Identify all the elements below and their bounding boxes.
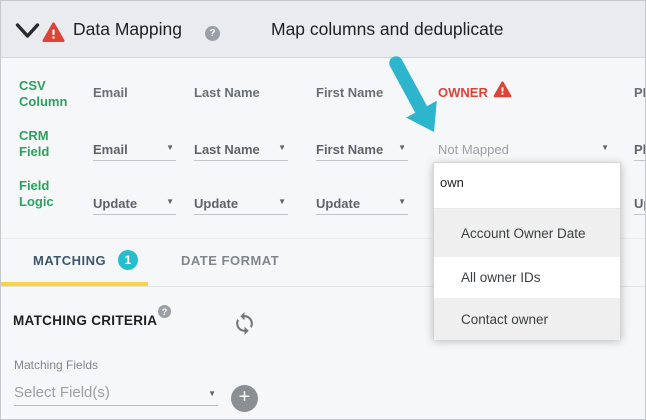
owner-field-dropdown-panel: Account Owner Date All owner IDs Contact… (433, 162, 621, 340)
dropdown-option-all-owner-ids[interactable]: All owner IDs (434, 257, 620, 298)
csv-header-first-name: First Name (316, 85, 384, 100)
crm-field-dropdown-phone-clipped[interactable]: Ph (634, 139, 645, 161)
tab-date-format[interactable]: DATE FORMAT (181, 253, 279, 268)
chevron-down-icon: ▼ (166, 143, 174, 152)
row-label-field-logic: Field Logic (19, 178, 54, 209)
page-subtitle: Map columns and deduplicate (271, 19, 504, 39)
data-mapping-panel: Data Mapping ? Map columns and deduplica… (0, 0, 646, 420)
csv-header-last-name: Last Name (194, 85, 260, 100)
chevron-down-icon: ▼ (278, 143, 286, 152)
chevron-down-icon: ▼ (398, 197, 406, 206)
dropdown-option-account-owner-date[interactable]: Account Owner Date (434, 209, 620, 257)
dropdown-search-input[interactable] (440, 175, 610, 190)
field-logic-dropdown-phone-clipped[interactable]: Up (634, 193, 645, 215)
csv-header-email: Email (93, 85, 128, 100)
collapse-chevron-icon[interactable] (15, 23, 40, 39)
crm-field-dropdown-owner[interactable]: Not Mapped ▼ (438, 139, 611, 161)
field-logic-dropdown-last-name[interactable]: Update ▼ (194, 193, 288, 215)
chevron-down-icon: ▼ (398, 143, 406, 152)
matching-fields-label: Matching Fields (14, 358, 99, 372)
dropdown-option-contact-owner[interactable]: Contact owner (434, 298, 620, 340)
crm-field-dropdown-first-name[interactable]: First Name ▼ (316, 139, 408, 161)
chevron-down-icon: ▼ (166, 197, 174, 206)
csv-header-owner: OWNER (438, 85, 488, 100)
section-header: Data Mapping ? Map columns and deduplica… (1, 1, 645, 58)
select-fields-dropdown[interactable]: Select Field(s) ▼ (14, 381, 218, 406)
chevron-down-icon: ▼ (601, 143, 609, 152)
row-label-csv-column: CSV Column (19, 78, 68, 109)
help-icon[interactable]: ? (158, 305, 171, 318)
add-matching-field-button[interactable]: + (231, 385, 258, 412)
refresh-icon[interactable] (232, 311, 257, 336)
crm-field-dropdown-email[interactable]: Email ▼ (93, 139, 176, 161)
csv-header-phone-clipped: PH (634, 85, 645, 100)
warning-icon (42, 22, 65, 43)
field-logic-dropdown-first-name[interactable]: Update ▼ (316, 193, 408, 215)
field-logic-dropdown-email[interactable]: Update ▼ (93, 193, 176, 215)
chevron-down-icon: ▼ (208, 389, 216, 398)
crm-field-dropdown-last-name[interactable]: Last Name ▼ (194, 139, 288, 161)
dropdown-search-row (434, 163, 620, 209)
help-icon[interactable]: ? (205, 26, 220, 41)
page-title: Data Mapping (73, 19, 182, 39)
tab-matching[interactable]: MATCHING (33, 253, 106, 268)
pointer-arrow-annotation (389, 56, 437, 132)
chevron-down-icon: ▼ (278, 197, 286, 206)
matching-count-badge: 1 (118, 250, 138, 270)
owner-warning-icon (493, 81, 512, 98)
matching-criteria-title: MATCHING CRITERIA (13, 313, 158, 328)
row-label-crm-field: CRM Field (19, 128, 50, 159)
